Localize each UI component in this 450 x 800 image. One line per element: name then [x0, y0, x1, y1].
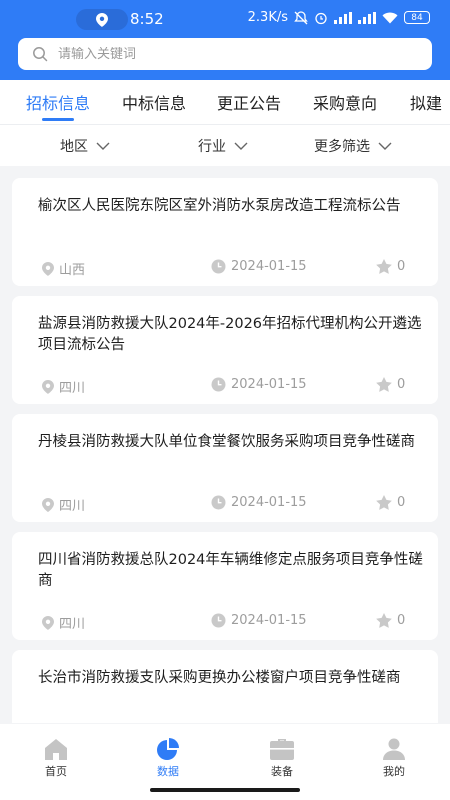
tab-procurement-intent[interactable]: 采购意向 — [313, 90, 377, 114]
chevron-down-icon — [378, 142, 392, 150]
item-region-text: 四川 — [59, 381, 86, 396]
chevron-down-icon — [234, 142, 248, 150]
nav-equipment[interactable]: 装备 — [252, 738, 312, 779]
tab-winning-info[interactable]: 中标信息 — [122, 90, 186, 114]
list-item[interactable]: 四川省消防救援总队2024年车辆维修定点服务项目竞争性磋商 四川 2024-01… — [12, 532, 438, 640]
item-title: 长治市消防救援支队采购更换办公楼窗户项目竞争性磋商 — [38, 670, 401, 686]
chevron-down-icon — [96, 142, 110, 150]
item-region-text: 山西 — [59, 263, 86, 278]
item-favorites[interactable]: 0 — [376, 613, 405, 628]
active-tab-indicator — [42, 118, 74, 121]
clock-icon — [211, 613, 226, 628]
status-time: 8:52 — [130, 10, 164, 28]
signal-icon — [334, 11, 352, 24]
tab-correction-notice[interactable]: 更正公告 — [217, 90, 281, 114]
item-favorites[interactable]: 0 — [376, 495, 405, 510]
item-region: 四川 — [42, 613, 85, 632]
list-item[interactable]: 榆次区人民医院东院区室外消防水泵房改造工程流标公告 山西 2024-01-15 … — [12, 178, 438, 286]
item-date-text: 2024-01-15 — [231, 377, 307, 392]
home-indicator[interactable] — [150, 788, 300, 792]
app-header: 8:52 2.3K/s 84 — [0, 0, 450, 80]
nav-equipment-label: 装备 — [271, 765, 293, 778]
filter-more-label: 更多筛选 — [314, 139, 370, 155]
item-favorites[interactable]: 0 — [376, 377, 405, 392]
location-pin-icon — [42, 379, 54, 394]
filter-region-label: 地区 — [60, 139, 88, 155]
alarm-icon — [314, 11, 328, 25]
signal-icon-2 — [358, 11, 376, 24]
item-title: 丹棱县消防救援大队单位食堂餐饮服务采购项目竞争性磋商 — [38, 434, 415, 450]
nav-home-label: 首页 — [45, 765, 67, 778]
item-title: 盐源县消防救援大队2024年-2026年招标代理机构公开遴选项目流标公告 — [38, 316, 422, 353]
user-icon — [383, 738, 405, 760]
item-region: 四川 — [42, 377, 85, 396]
clock-icon — [211, 259, 226, 274]
item-date-text: 2024-01-15 — [231, 613, 307, 628]
filter-bar: 地区 行业 更多筛选 — [0, 124, 450, 166]
nav-profile-label: 我的 — [383, 765, 405, 778]
item-date-text: 2024-01-15 — [231, 259, 307, 274]
tab-proposed[interactable]: 拟建 — [410, 90, 442, 114]
location-pin-icon — [42, 615, 54, 630]
item-favorites-count: 0 — [397, 259, 406, 274]
network-speed: 2.3K/s — [247, 10, 288, 25]
star-icon — [376, 613, 392, 628]
item-favorites-count: 0 — [397, 613, 406, 628]
location-pin-icon — [42, 261, 54, 276]
item-region-text: 四川 — [59, 617, 86, 632]
clock-icon — [211, 495, 226, 510]
briefcase-icon — [270, 739, 294, 760]
location-pin-icon — [42, 497, 54, 512]
item-favorites-count: 0 — [397, 377, 406, 392]
clock-icon — [211, 377, 226, 392]
item-date: 2024-01-15 — [211, 613, 307, 628]
item-title: 四川省消防救援总队2024年车辆维修定点服务项目竞争性磋商 — [38, 552, 423, 589]
item-title: 榆次区人民医院东院区室外消防水泵房改造工程流标公告 — [38, 198, 401, 214]
filter-industry-label: 行业 — [198, 139, 226, 155]
filter-region[interactable]: 地区 — [60, 136, 110, 156]
battery-icon: 84 — [404, 11, 430, 24]
search-bar[interactable] — [18, 38, 432, 70]
wifi-icon — [382, 12, 398, 24]
search-input[interactable] — [58, 46, 398, 62]
search-icon — [33, 47, 48, 62]
tender-list: 榆次区人民医院东院区室外消防水泵房改造工程流标公告 山西 2024-01-15 … — [0, 178, 450, 723]
location-icon — [96, 12, 108, 27]
item-date: 2024-01-15 — [211, 259, 307, 274]
home-icon — [45, 739, 67, 760]
star-icon — [376, 259, 392, 274]
location-pill — [76, 9, 128, 30]
item-region: 山西 — [42, 259, 85, 278]
nav-data-label: 数据 — [157, 765, 179, 778]
star-icon — [376, 495, 392, 510]
nav-home[interactable]: 首页 — [26, 738, 86, 779]
tab-bidding-info[interactable]: 招标信息 — [26, 90, 90, 114]
item-date-text: 2024-01-15 — [231, 495, 307, 510]
item-favorites[interactable]: 0 — [376, 259, 405, 274]
filter-industry[interactable]: 行业 — [198, 136, 248, 156]
list-item[interactable]: 长治市消防救援支队采购更换办公楼窗户项目竞争性磋商 — [12, 650, 438, 723]
status-bar: 8:52 2.3K/s 84 — [0, 0, 450, 38]
nav-data[interactable]: 数据 — [138, 738, 198, 779]
mute-icon — [294, 10, 308, 25]
item-favorites-count: 0 — [397, 495, 406, 510]
item-date: 2024-01-15 — [211, 377, 307, 392]
list-item[interactable]: 盐源县消防救援大队2024年-2026年招标代理机构公开遴选项目流标公告 四川 … — [12, 296, 438, 404]
item-region: 四川 — [42, 495, 85, 514]
pie-chart-icon — [157, 738, 179, 760]
item-date: 2024-01-15 — [211, 495, 307, 510]
item-region-text: 四川 — [59, 499, 86, 514]
star-icon — [376, 377, 392, 392]
nav-profile[interactable]: 我的 — [364, 738, 424, 779]
filter-more[interactable]: 更多筛选 — [314, 136, 392, 156]
status-indicators: 2.3K/s 84 — [248, 10, 430, 25]
list-item[interactable]: 丹棱县消防救援大队单位食堂餐饮服务采购项目竞争性磋商 四川 2024-01-15… — [12, 414, 438, 522]
